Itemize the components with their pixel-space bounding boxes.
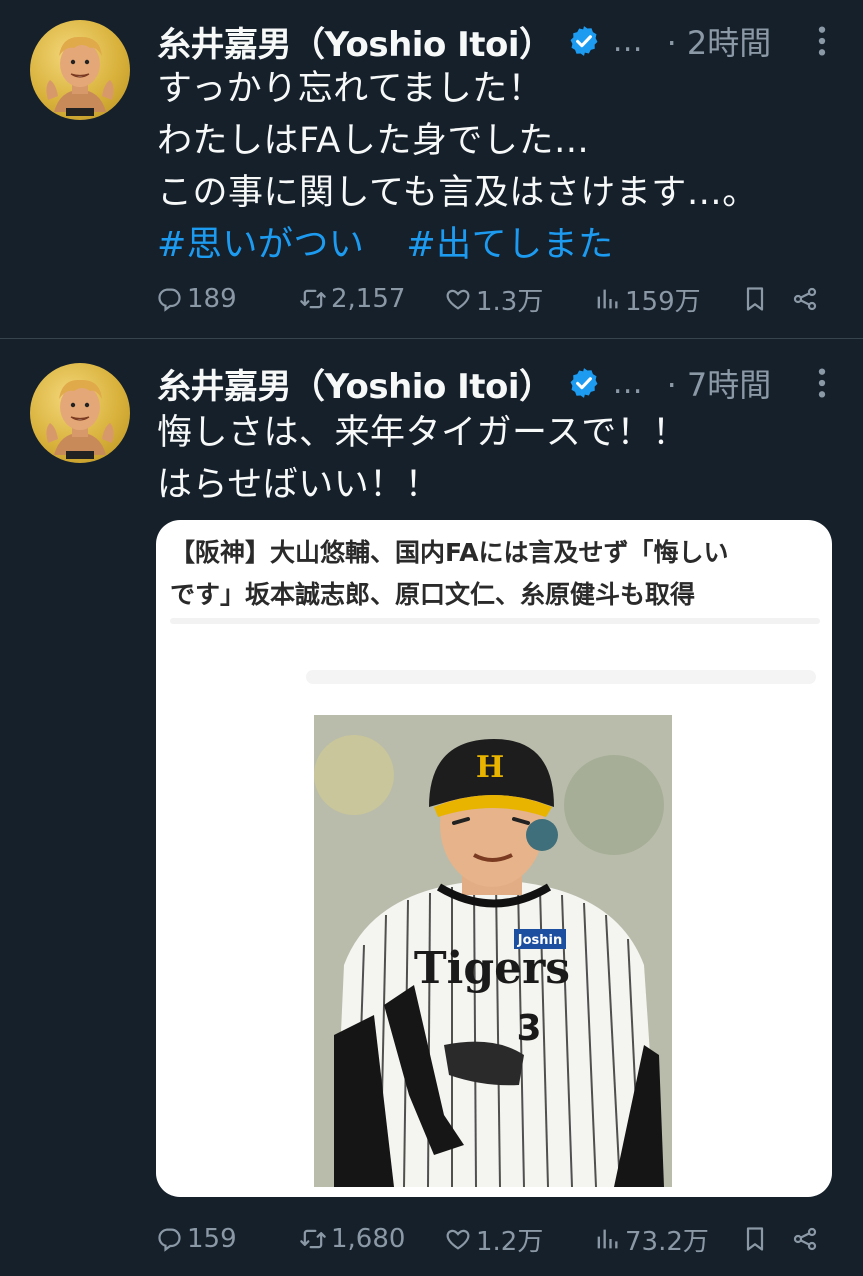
like-count: 1.2万 <box>476 1226 544 1257</box>
tweet-actions: 189 2,157 1.3万 159万 <box>155 279 835 319</box>
timestamp[interactable]: · 2時間 <box>667 18 772 64</box>
share-button[interactable] <box>791 279 819 319</box>
tweet[interactable]: 糸井嘉男（Yoshio Itoi） … · 7時間 悔しさは、来年タイガースで！… <box>0 339 863 1276</box>
retweet-button[interactable]: 1,680 <box>299 1219 405 1259</box>
hashtag-link[interactable]: #思いがつい <box>157 225 364 265</box>
avatar-image <box>30 363 130 463</box>
reply-icon <box>155 285 183 313</box>
tweet-text-line: はらせばいい！！ <box>157 465 441 505</box>
author-name[interactable]: 糸井嘉男（Yoshio Itoi） <box>157 17 553 66</box>
hashtag-line: #思いがつい #出てしまた <box>157 219 758 271</box>
handle-ellipsis[interactable]: … <box>613 366 643 401</box>
link-card-title: 【阪神】大山悠輔、国内FAには言及せず「悔しい です」坂本誠志郎、原口文仁、糸原… <box>170 532 820 616</box>
bookmark-button[interactable] <box>741 1219 769 1259</box>
tweet-header: 糸井嘉男（Yoshio Itoi） … · 7時間 <box>157 358 837 408</box>
tweet-actions: 159 1,680 1.2万 73.2万 <box>155 1219 835 1259</box>
tweet-text-line: わたしはFAした身でした… <box>157 121 590 161</box>
views-icon <box>593 1225 621 1253</box>
reply-count: 159 <box>187 1224 237 1254</box>
verified-badge-icon[interactable] <box>567 366 601 400</box>
like-button[interactable]: 1.2万 <box>444 1219 543 1259</box>
jersey-number: 3 <box>516 1008 541 1049</box>
share-icon <box>791 285 819 313</box>
tweet[interactable]: 糸井嘉男（Yoshio Itoi） … · 2時間 すっかり忘れてました！ わた… <box>0 0 863 339</box>
avatar[interactable] <box>30 20 130 120</box>
more-icon[interactable] <box>807 366 837 400</box>
bookmark-icon <box>741 285 769 313</box>
tweet-text: すっかり忘れてました！ わたしはFAした身でした… この事に関しても言及はさけま… <box>157 63 758 271</box>
link-card-title-line: です」坂本誠志郎、原口文仁、糸原健斗も取得 <box>170 580 696 609</box>
bookmark-button[interactable] <box>741 279 769 319</box>
jersey-text: Tigers <box>414 943 570 994</box>
retweet-count: 2,157 <box>331 284 406 314</box>
views-count: 73.2万 <box>625 1226 709 1257</box>
share-button[interactable] <box>791 1219 819 1259</box>
like-icon <box>444 285 472 313</box>
hashtag-link[interactable]: #出てしまた <box>406 225 613 265</box>
avatar-image <box>30 20 130 120</box>
handle-ellipsis[interactable]: … <box>613 24 643 59</box>
like-count: 1.3万 <box>476 286 544 317</box>
helmet-logo: H <box>476 750 504 785</box>
reply-button[interactable]: 189 <box>155 279 237 319</box>
reply-count: 189 <box>187 284 237 314</box>
tweet-text: 悔しさは、来年タイガースで！！ はらせばいい！！ <box>157 407 688 511</box>
more-icon[interactable] <box>807 24 837 58</box>
avatar[interactable] <box>30 363 130 463</box>
retweet-icon <box>299 285 327 313</box>
views-count: 159万 <box>625 286 701 317</box>
link-card-photo: H Tigers 3 Joshin <box>314 715 672 1187</box>
bookmark-icon <box>741 1225 769 1253</box>
faded-text <box>306 670 816 684</box>
tweet-text-line: すっかり忘れてました！ <box>157 69 544 109</box>
link-card[interactable]: 【阪神】大山悠輔、国内FAには言及せず「悔しい です」坂本誠志郎、原口文仁、糸原… <box>156 520 832 1197</box>
baseball-player-image: H Tigers 3 Joshin <box>314 715 672 1187</box>
share-icon <box>791 1225 819 1253</box>
verified-badge-icon[interactable] <box>567 24 601 58</box>
tweet-header: 糸井嘉男（Yoshio Itoi） … · 2時間 <box>157 16 837 66</box>
tweet-text-line: 悔しさは、来年タイガースで！！ <box>157 413 688 453</box>
jersey-sponsor: Joshin <box>517 933 562 948</box>
reply-icon <box>155 1225 183 1253</box>
retweet-button[interactable]: 2,157 <box>299 279 405 319</box>
retweet-count: 1,680 <box>331 1224 406 1254</box>
views-icon <box>593 285 621 313</box>
views-button[interactable]: 73.2万 <box>593 1219 709 1259</box>
link-card-title-line: 【阪神】大山悠輔、国内FAには言及せず「悔しい <box>170 538 729 567</box>
tweet-text-line: この事に関しても言及はさけます…。 <box>157 173 758 213</box>
timestamp[interactable]: · 7時間 <box>667 360 772 406</box>
faded-text <box>170 618 820 624</box>
author-name[interactable]: 糸井嘉男（Yoshio Itoi） <box>157 359 553 408</box>
like-icon <box>444 1225 472 1253</box>
views-button[interactable]: 159万 <box>593 279 701 319</box>
reply-button[interactable]: 159 <box>155 1219 237 1259</box>
retweet-icon <box>299 1225 327 1253</box>
like-button[interactable]: 1.3万 <box>444 279 543 319</box>
